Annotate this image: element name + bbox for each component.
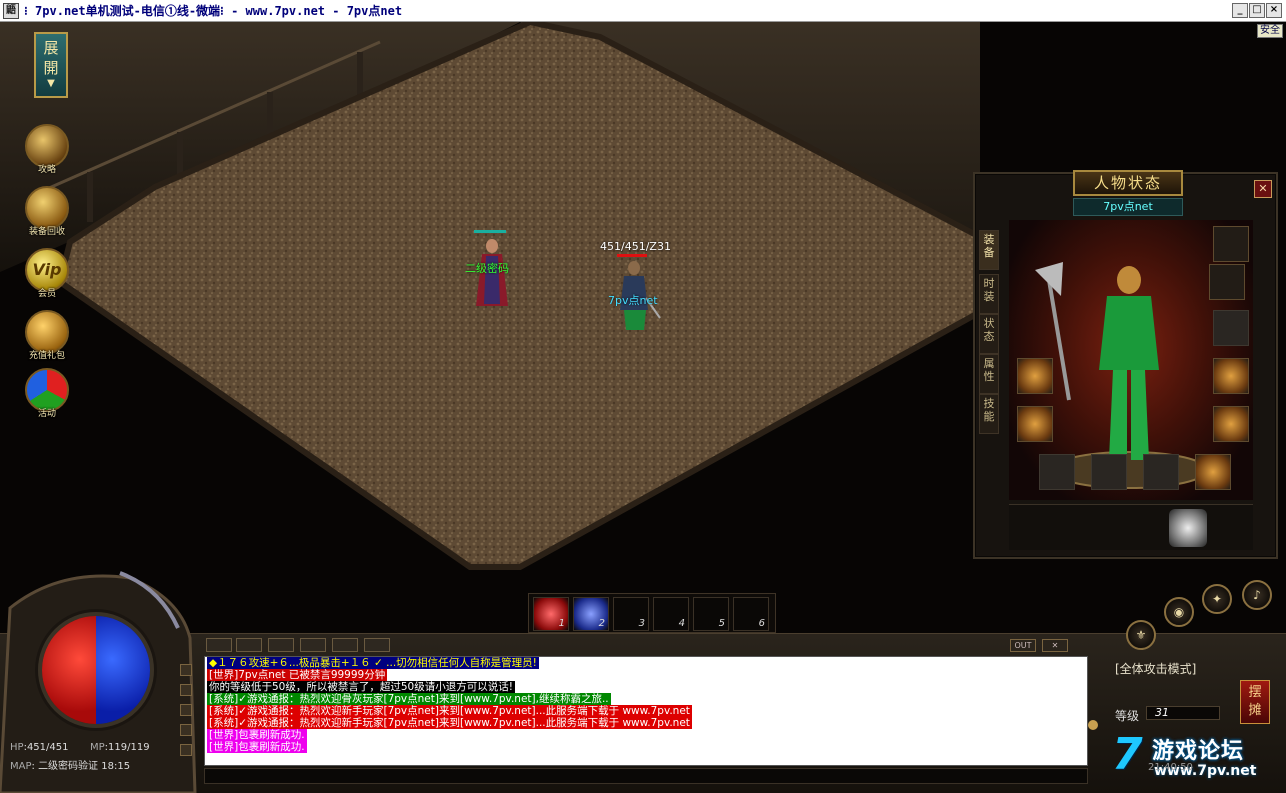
npc-name-label: 二级密码 (465, 262, 509, 275)
chevron-down-icon: ▼ (47, 78, 55, 89)
stall-button[interactable]: 摆 摊 (1240, 680, 1270, 724)
skill-slot-1[interactable]: 1 (533, 597, 569, 631)
player-name-label: 7pv点net (608, 294, 658, 307)
attack-mode-label[interactable]: [全体攻击模式] (1115, 660, 1196, 677)
chat-channel-private[interactable] (236, 638, 262, 652)
tab-status[interactable]: 状态 (979, 314, 999, 354)
vip-button[interactable]: Vip 会员 (22, 248, 72, 299)
skill-slot-5[interactable]: 5 (693, 597, 729, 631)
chat-input[interactable] (204, 768, 1088, 784)
skill-slot-4[interactable]: 4 (653, 597, 689, 631)
character-round-button[interactable]: ⚜ (1126, 620, 1156, 650)
chat-channel-guild[interactable] (300, 638, 326, 652)
watermark-text: 游戏论坛 (1152, 739, 1245, 764)
chat-channel-world[interactable] (332, 638, 358, 652)
chat-line: ◆１７６攻速+６...极品暴击+１６ ✓ ...切勿相信任何人自称是管理员! (207, 657, 539, 669)
clock-readout: 21:40:50 (1148, 762, 1193, 773)
chat-line: [系统]✓游戏通报：热烈欢迎骨灰玩家[7pv点net]来到[www.7pv.ne… (207, 693, 611, 705)
slot-left-ring[interactable] (1017, 406, 1053, 442)
whisper-toggle[interactable] (180, 744, 192, 756)
panel-bottom-area (1009, 504, 1253, 550)
slot-right-bracelet[interactable] (1213, 358, 1249, 394)
slot-charm[interactable] (1195, 454, 1231, 490)
map-readout: MAP: 二级密码验证 18:15 (10, 761, 131, 772)
skill-slot-2[interactable]: 2 (573, 597, 609, 631)
panel-title: 人物状态 (1073, 170, 1183, 196)
recharge-gift-label: 充值礼包 (28, 351, 65, 361)
sound-icon[interactable]: ♪ (1242, 580, 1272, 610)
tab-attributes[interactable]: 属性 (979, 354, 999, 394)
strategy-guide-label: 攻略 (37, 165, 56, 175)
character-status-panel: 人物状态 7pv点net ✕ 装备 时装 状态 属性 技能 (973, 170, 1278, 559)
slot-belt[interactable] (1039, 454, 1075, 490)
strategy-guide-button[interactable]: 攻略 (22, 124, 72, 175)
level-value: 31 (1146, 706, 1220, 720)
app-icon[interactable]: 鼯 (3, 3, 19, 19)
chat-line: [系统]✓游戏通报：热烈欢迎新手玩家[7pv点net]来到[www.7pv.ne… (207, 717, 692, 729)
chat-scroll-knob[interactable] (1088, 720, 1098, 730)
chat-line: [世界]包裹刷新成功. (207, 729, 307, 741)
chat-line: [系统]✓游戏通报：热烈欢迎新手玩家[7pv点net]来到[www.7pv.ne… (207, 705, 692, 717)
vip-label: 会员 (37, 289, 56, 299)
slot-boots[interactable] (1091, 454, 1127, 490)
slot-helmet[interactable] (1213, 226, 1249, 262)
expand-menu-button[interactable]: 展 開 ▼ (34, 32, 68, 98)
slot-gem[interactable] (1143, 454, 1179, 490)
player-hp-text: 451/451/Z31 (600, 240, 671, 253)
game-client: 鼯 ⁝ 7pv.net单机测试-电信①线-微端⁝ - www.7pv.net -… (0, 0, 1286, 793)
trade-toggle[interactable] (180, 684, 192, 696)
player-health-bar (617, 254, 647, 257)
events-button[interactable]: 活动 (22, 368, 72, 419)
hp-mp-orb (38, 612, 154, 728)
shout-toggle[interactable] (180, 724, 192, 736)
chat-out-button[interactable]: OUT (1010, 639, 1036, 652)
chat-close-icon[interactable]: ✕ (1042, 639, 1068, 652)
chat-channel-group[interactable] (268, 638, 294, 652)
equipment-recycle-label: 装备回收 (28, 227, 65, 237)
site-watermark-logo: 7 游戏论坛 www.7pv.net (1112, 729, 1282, 789)
tab-equipment[interactable]: 装备 (979, 230, 999, 270)
skill-bar: 1 2 3 4 5 6 (528, 593, 776, 633)
tab-skills[interactable]: 技能 (979, 394, 999, 434)
slot-right-ring[interactable] (1213, 406, 1249, 442)
chat-line: 你的等级低于50级，所以被禁言了，超过50级请小退方可以说话! (207, 681, 515, 693)
slot-left-bracelet[interactable] (1017, 358, 1053, 394)
mp-orb-fill (96, 616, 150, 724)
guild-toggle[interactable] (180, 704, 192, 716)
chat-line: [世界]7pv点net 已被禁言99999分钟 (207, 669, 388, 681)
maximize-button[interactable]: □ (1249, 3, 1265, 18)
events-label: 活动 (37, 409, 56, 419)
watermark-digit: 7 (1112, 729, 1143, 780)
window-title: ⁝ 7pv.net单机测试-电信①线-微端⁝ - www.7pv.net - 7… (24, 4, 403, 18)
chat-line: [世界]包裹刷新成功. (207, 741, 307, 753)
slot-medal[interactable] (1213, 310, 1249, 346)
bag-round-button[interactable]: ◉ (1164, 597, 1194, 627)
window-title-bar: 鼯 ⁝ 7pv.net单机测试-电信①线-微端⁝ - www.7pv.net -… (0, 0, 1286, 22)
chat-channel-all[interactable] (206, 638, 232, 652)
chat-log[interactable]: ◆１７６攻速+６...极品暴击+１６ ✓ ...切勿相信任何人自称是管理员! [… (204, 656, 1088, 766)
skill-slot-6[interactable]: 6 (733, 597, 769, 631)
slot-necklace[interactable] (1209, 264, 1245, 300)
hp-orb-fill (42, 616, 96, 724)
equipment-recycle-button[interactable]: 装备回收 (22, 186, 72, 237)
character-preview (1009, 220, 1253, 500)
level-label: 等级 (1115, 709, 1140, 723)
panel-player-name: 7pv点net (1073, 198, 1183, 216)
group-toggle[interactable] (180, 664, 192, 676)
tab-fashion[interactable]: 时装 (979, 274, 999, 314)
minimize-button[interactable]: _ (1232, 3, 1248, 18)
game-time: 18:15 (101, 761, 131, 772)
chat-channel-system[interactable] (364, 638, 390, 652)
hp-readout: HP:451/451 (10, 742, 69, 753)
npc-health-bar (474, 230, 506, 233)
safe-zone-badge: 安全 (1257, 24, 1283, 38)
skill-slot-3[interactable]: 3 (613, 597, 649, 631)
skills-round-button[interactable]: ✦ (1202, 584, 1232, 614)
shield-icon[interactable] (1169, 509, 1207, 547)
recharge-gift-button[interactable]: 充值礼包 (22, 310, 72, 361)
close-window-button[interactable]: × (1266, 3, 1282, 18)
mp-readout: MP:119/119 (90, 742, 150, 753)
close-icon[interactable]: ✕ (1254, 180, 1272, 198)
